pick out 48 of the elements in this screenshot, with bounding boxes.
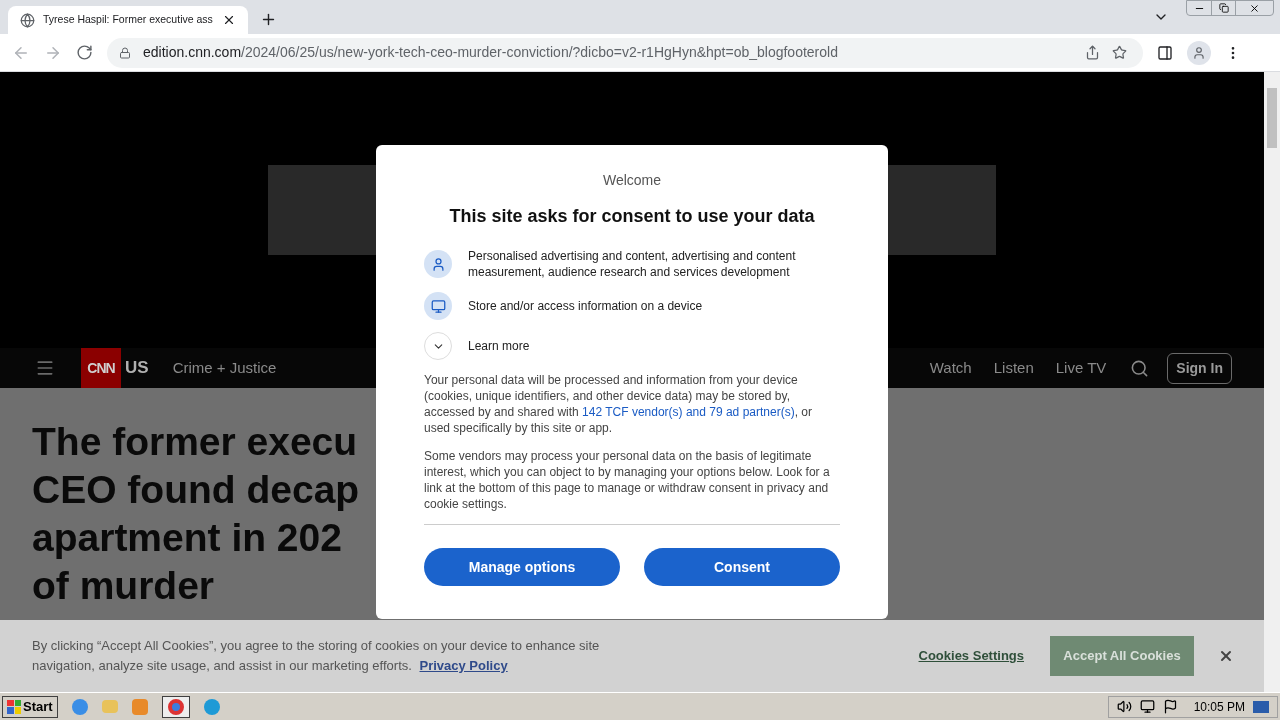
data-notice-text: Your personal data will be processed and information from your device (cookies, unique identifiers, and other device data) may be stored by, accessed by and shared with 142 TCF vendor(s) and 79 ad partner(s), or used specifically by this site or app. xyxy=(424,372,813,436)
close-icon[interactable] xyxy=(222,13,236,27)
consent-button[interactable]: Consent xyxy=(644,548,840,586)
headline-text: of murder xyxy=(32,563,214,609)
headline-text: CEO found decap xyxy=(32,467,360,513)
desktop-icon[interactable] xyxy=(1253,700,1269,713)
nav-link[interactable]: Listen xyxy=(993,356,1034,380)
bookmark-icon[interactable] xyxy=(1112,45,1127,60)
volume-icon[interactable] xyxy=(1116,699,1132,714)
subsection-link[interactable]: Crime + Justice xyxy=(172,356,277,380)
nav-link[interactable]: Watch xyxy=(929,356,972,380)
learn-more-label[interactable]: Learn more xyxy=(468,337,530,355)
browser-tab[interactable]: Tyrese Haspil: Former executive ass xyxy=(8,6,248,34)
logo[interactable]: CNN xyxy=(81,348,121,388)
section-link[interactable]: US xyxy=(125,355,149,381)
flag-icon[interactable] xyxy=(1162,699,1178,714)
dialog-title: This site asks for consent to use your data xyxy=(448,205,816,228)
windows-logo-icon xyxy=(7,699,21,714)
lock-icon xyxy=(119,46,131,59)
share-icon[interactable] xyxy=(1085,45,1100,60)
purpose-text: Personalised advertising and content, advertising and content measurement, audience research and services development xyxy=(468,248,797,280)
chrome-icon[interactable] xyxy=(167,698,184,715)
start-button[interactable]: Start xyxy=(2,695,58,718)
vendors-notice-text: Some vendors may process your personal data on the basis of legitimate interest, which you can object to by managing your options below. Look for a link at the bottom of this page to manage or withdraw consent in privacy and cookie settings. xyxy=(424,448,831,512)
person-icon xyxy=(424,250,452,278)
globe-icon xyxy=(20,12,35,28)
cookie-notice-text: By clicking “Accept All Cookies”, you agree to the storing of cookies on your device to enhance site navigation, analyze site usage, and assist in our marketing efforts. Privacy Policy xyxy=(32,637,601,675)
new-tab-icon[interactable] xyxy=(260,11,277,28)
profile-icon[interactable] xyxy=(1187,40,1211,65)
nav-link[interactable]: Live TV xyxy=(1055,356,1107,380)
welcome-text: Welcome xyxy=(601,171,663,190)
manage-options-button[interactable]: Manage options xyxy=(424,548,620,586)
headline-text: The former execu xyxy=(32,419,358,465)
device-icon xyxy=(424,292,452,320)
close-icon[interactable] xyxy=(1218,648,1234,664)
vendors-link[interactable]: 142 TCF vendor(s) and 79 ad partner(s) xyxy=(582,405,795,419)
reload-icon[interactable] xyxy=(76,44,93,61)
search-icon[interactable] xyxy=(1130,358,1150,378)
clock-text: 10:05 PM xyxy=(1193,698,1245,716)
address-field[interactable]: edition.cnn.com/2024/06/25/us/new-york-tech-ceo-murder-conviction/?dicbo=v2-r1HgHyn&hpt=ob_blogfooterold xyxy=(107,37,1143,68)
privacy-policy-link[interactable]: Privacy Policy xyxy=(419,658,508,673)
scrollbar[interactable] xyxy=(1264,72,1280,692)
side-panel-icon[interactable] xyxy=(1157,44,1173,61)
cookies-settings-link[interactable]: Cookies Settings xyxy=(918,646,1024,666)
sign-in-button[interactable]: Sign In xyxy=(1167,352,1232,384)
network-icon[interactable] xyxy=(1139,699,1155,714)
purpose-text: Store and/or access information on a device xyxy=(468,298,703,314)
headline-text: apartment in 202 xyxy=(32,515,342,561)
